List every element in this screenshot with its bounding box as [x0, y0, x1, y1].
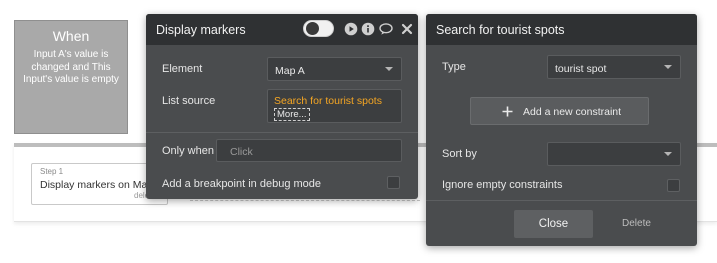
only-when-input[interactable]: Click — [216, 139, 402, 162]
element-label: Element — [162, 63, 203, 75]
more-link[interactable]: More... — [274, 108, 310, 121]
list-source-label: List source — [162, 95, 216, 107]
list-source-field[interactable]: Search for tourist spots More... — [267, 89, 402, 123]
divider — [426, 200, 697, 201]
list-source-expression[interactable]: Search for tourist spots — [274, 95, 401, 107]
chevron-down-icon — [664, 65, 672, 69]
only-when-label: Only when — [162, 145, 214, 157]
trigger-description: Input A's value is changed and This Inpu… — [23, 49, 119, 85]
search-panel-header: Search for tourist spots — [426, 14, 697, 45]
ignore-empty-label: Ignore empty constraints — [442, 179, 563, 191]
info-icon[interactable] — [361, 22, 375, 36]
trigger-title: When — [52, 28, 90, 44]
panel-header: Display markers — [146, 14, 418, 45]
type-label: Type — [442, 61, 466, 73]
breakpoint-checkbox[interactable] — [387, 176, 400, 189]
element-dropdown[interactable]: Map A — [267, 57, 402, 81]
display-markers-panel: Display markers Element Map A List sourc… — [146, 14, 418, 199]
search-panel: Search for tourist spots Type tourist sp… — [426, 14, 697, 246]
breakpoint-label: Add a breakpoint in debug mode — [162, 178, 322, 190]
add-constraint-label: Add a new constraint — [523, 106, 622, 118]
plus-icon — [502, 106, 513, 117]
chevron-down-icon — [664, 152, 672, 156]
trigger-block[interactable]: When Input A's value is changed and This… — [14, 20, 128, 134]
panel-title: Display markers — [156, 23, 246, 37]
search-panel-title: Search for tourist spots — [436, 23, 565, 37]
step-title: Display markers on Map A — [40, 179, 163, 191]
toggle-knob — [306, 22, 319, 35]
ignore-empty-checkbox[interactable] — [667, 179, 680, 192]
add-constraint-button[interactable]: Add a new constraint — [470, 97, 649, 125]
chevron-down-icon — [385, 67, 393, 71]
element-value: Map A — [275, 65, 305, 77]
delete-button[interactable]: Delete — [622, 218, 651, 229]
divider — [146, 132, 418, 133]
type-value: tourist spot — [555, 63, 607, 75]
type-dropdown[interactable]: tourist spot — [547, 55, 681, 79]
comment-icon[interactable] — [379, 22, 393, 36]
step-number: Step 1 — [40, 167, 64, 176]
toggle-icon[interactable] — [303, 20, 334, 37]
play-icon[interactable] — [344, 22, 358, 36]
close-icon[interactable] — [400, 22, 414, 36]
sort-by-label: Sort by — [442, 148, 477, 160]
close-button[interactable]: Close — [514, 210, 593, 238]
sort-by-dropdown[interactable] — [547, 142, 681, 166]
